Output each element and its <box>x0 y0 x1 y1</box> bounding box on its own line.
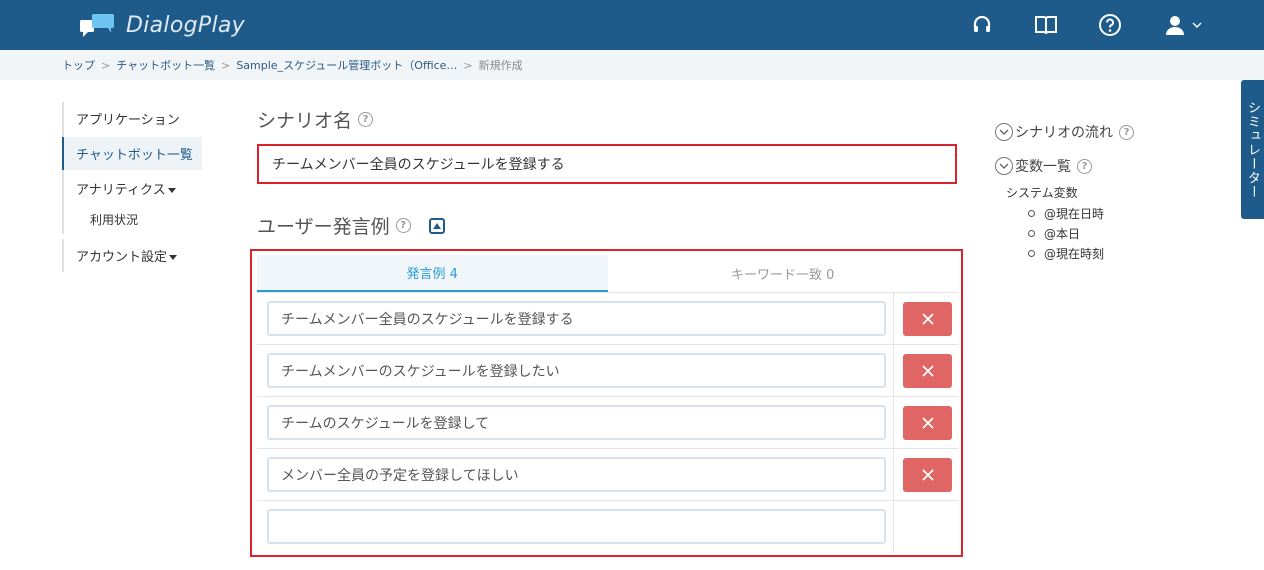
nav-item-analytics[interactable]: アナリティクス <box>62 172 202 205</box>
list-item: @本日 <box>1028 223 1104 243</box>
delete-button[interactable] <box>903 302 952 336</box>
headset-icon[interactable] <box>967 10 997 40</box>
example-input[interactable]: チームメンバーのスケジュールを登録したい <box>267 353 886 388</box>
close-icon <box>921 365 934 377</box>
breadcrumb-chatbot-list[interactable]: チャットボット一覧 <box>116 57 215 73</box>
breadcrumb-separator: > <box>463 58 473 72</box>
tab-utterance-examples[interactable]: 発言例 4 <box>257 255 608 292</box>
delete-button[interactable] <box>903 354 952 388</box>
user-examples-panel: 発言例 4 キーワード一致 0 チームメンバー全員のスケジュールを登録する チー… <box>250 249 963 557</box>
nav-item-applications[interactable]: アプリケーション <box>62 102 202 135</box>
list-item: @現在時刻 <box>1028 243 1104 263</box>
chevron-down-icon <box>995 157 1013 175</box>
row-divider <box>893 293 894 344</box>
row-divider <box>893 397 894 448</box>
example-input[interactable]: チームのスケジュールを登録して <box>267 405 886 440</box>
row-divider <box>893 345 894 396</box>
list-item: チームメンバー全員のスケジュールを登録する <box>257 293 958 345</box>
app-logo[interactable]: DialogPlay <box>80 10 245 40</box>
system-variables-list: @現在日時 @本日 @現在時刻 <box>1028 203 1104 263</box>
variables-toggle[interactable]: 変数一覧 ? <box>995 156 1092 176</box>
nav-item-usage[interactable]: 利用状況 <box>62 205 202 234</box>
nav-item-analytics-label: アナリティクス <box>76 183 166 198</box>
example-input[interactable]: メンバー全員の予定を登録してほしい <box>267 457 886 492</box>
variable-name[interactable]: @現在日時 <box>1044 205 1104 222</box>
triangle-up-icon <box>432 222 441 229</box>
breadcrumb-separator: > <box>101 58 111 72</box>
close-icon <box>921 313 934 325</box>
app-header: DialogPlay <box>0 0 1264 50</box>
example-tabs: 発言例 4 キーワード一致 0 <box>257 255 958 293</box>
breadcrumb-bot[interactable]: Sample_スケジュール管理ボット（Office… <box>236 57 457 73</box>
close-icon <box>921 469 934 481</box>
app-name: DialogPlay <box>126 12 245 38</box>
variable-name[interactable]: @現在時刻 <box>1044 245 1104 262</box>
help-icon[interactable]: ? <box>358 112 374 127</box>
list-item <box>257 501 958 553</box>
scenario-name-title: シナリオ名 <box>257 110 353 132</box>
scenario-flow-toggle[interactable]: シナリオの流れ ? <box>995 122 1134 142</box>
chevron-down-icon <box>995 123 1013 141</box>
new-example-input[interactable] <box>267 509 886 544</box>
tab-keyword-match[interactable]: キーワード一致 0 <box>608 255 959 292</box>
caret-down-icon <box>167 188 176 193</box>
list-item: @現在日時 <box>1028 203 1104 223</box>
chat-bubbles-icon <box>80 14 114 37</box>
bullet-icon <box>1028 209 1035 217</box>
user-examples-title: ユーザー発言例 <box>257 216 390 238</box>
delete-button[interactable] <box>903 406 952 440</box>
breadcrumb: トップ > チャットボット一覧 > Sample_スケジュール管理ボット（Off… <box>0 50 1264 80</box>
user-icon[interactable] <box>1160 10 1190 40</box>
example-rows: チームメンバー全員のスケジュールを登録する チームメンバーのスケジュールを登録し… <box>257 293 958 553</box>
scenario-name-input[interactable]: チームメンバー全員のスケジュールを登録する <box>262 149 952 179</box>
breadcrumb-separator: > <box>221 58 231 72</box>
breadcrumb-current: 新規作成 <box>478 59 523 72</box>
system-variables-label: システム変数 <box>1006 186 1078 200</box>
bullet-icon <box>1028 229 1035 237</box>
caret-down-icon <box>169 255 178 260</box>
nav-item-chatbot-list[interactable]: チャットボット一覧 <box>62 137 202 170</box>
row-divider <box>893 449 894 500</box>
simulator-tab[interactable]: シミュレーター <box>1241 80 1264 219</box>
book-icon[interactable] <box>1031 10 1061 40</box>
list-item: チームのスケジュールを登録して <box>257 397 958 449</box>
help-icon[interactable] <box>1095 10 1125 40</box>
chevron-down-icon[interactable] <box>1190 10 1204 40</box>
variables-label: 変数一覧 <box>1015 159 1071 175</box>
row-divider <box>893 501 894 553</box>
breadcrumb-top[interactable]: トップ <box>62 57 95 73</box>
example-input[interactable]: チームメンバー全員のスケジュールを登録する <box>267 301 886 336</box>
scenario-flow-label: シナリオの流れ <box>1015 125 1113 141</box>
help-icon[interactable]: ? <box>1077 158 1092 174</box>
scenario-name-highlight: チームメンバー全員のスケジュールを登録する <box>257 144 957 184</box>
delete-button[interactable] <box>903 458 952 492</box>
list-item: チームメンバーのスケジュールを登録したい <box>257 345 958 397</box>
help-icon[interactable]: ? <box>395 218 411 233</box>
help-icon[interactable]: ? <box>1119 124 1134 140</box>
list-item: メンバー全員の予定を登録してほしい <box>257 449 958 501</box>
bullet-icon <box>1028 249 1035 257</box>
user-examples-heading: ユーザー発言例 ? <box>257 212 445 239</box>
left-nav: アプリケーション チャットボット一覧 アナリティクス 利用状況 アカウント設定 <box>62 102 202 272</box>
close-icon <box>921 417 934 429</box>
scenario-name-heading: シナリオ名 ? <box>257 106 374 133</box>
collapse-button[interactable] <box>428 217 445 234</box>
nav-item-account-settings-label: アカウント設定 <box>76 250 168 265</box>
variable-name[interactable]: @本日 <box>1044 225 1080 242</box>
nav-item-account-settings[interactable]: アカウント設定 <box>62 239 202 272</box>
